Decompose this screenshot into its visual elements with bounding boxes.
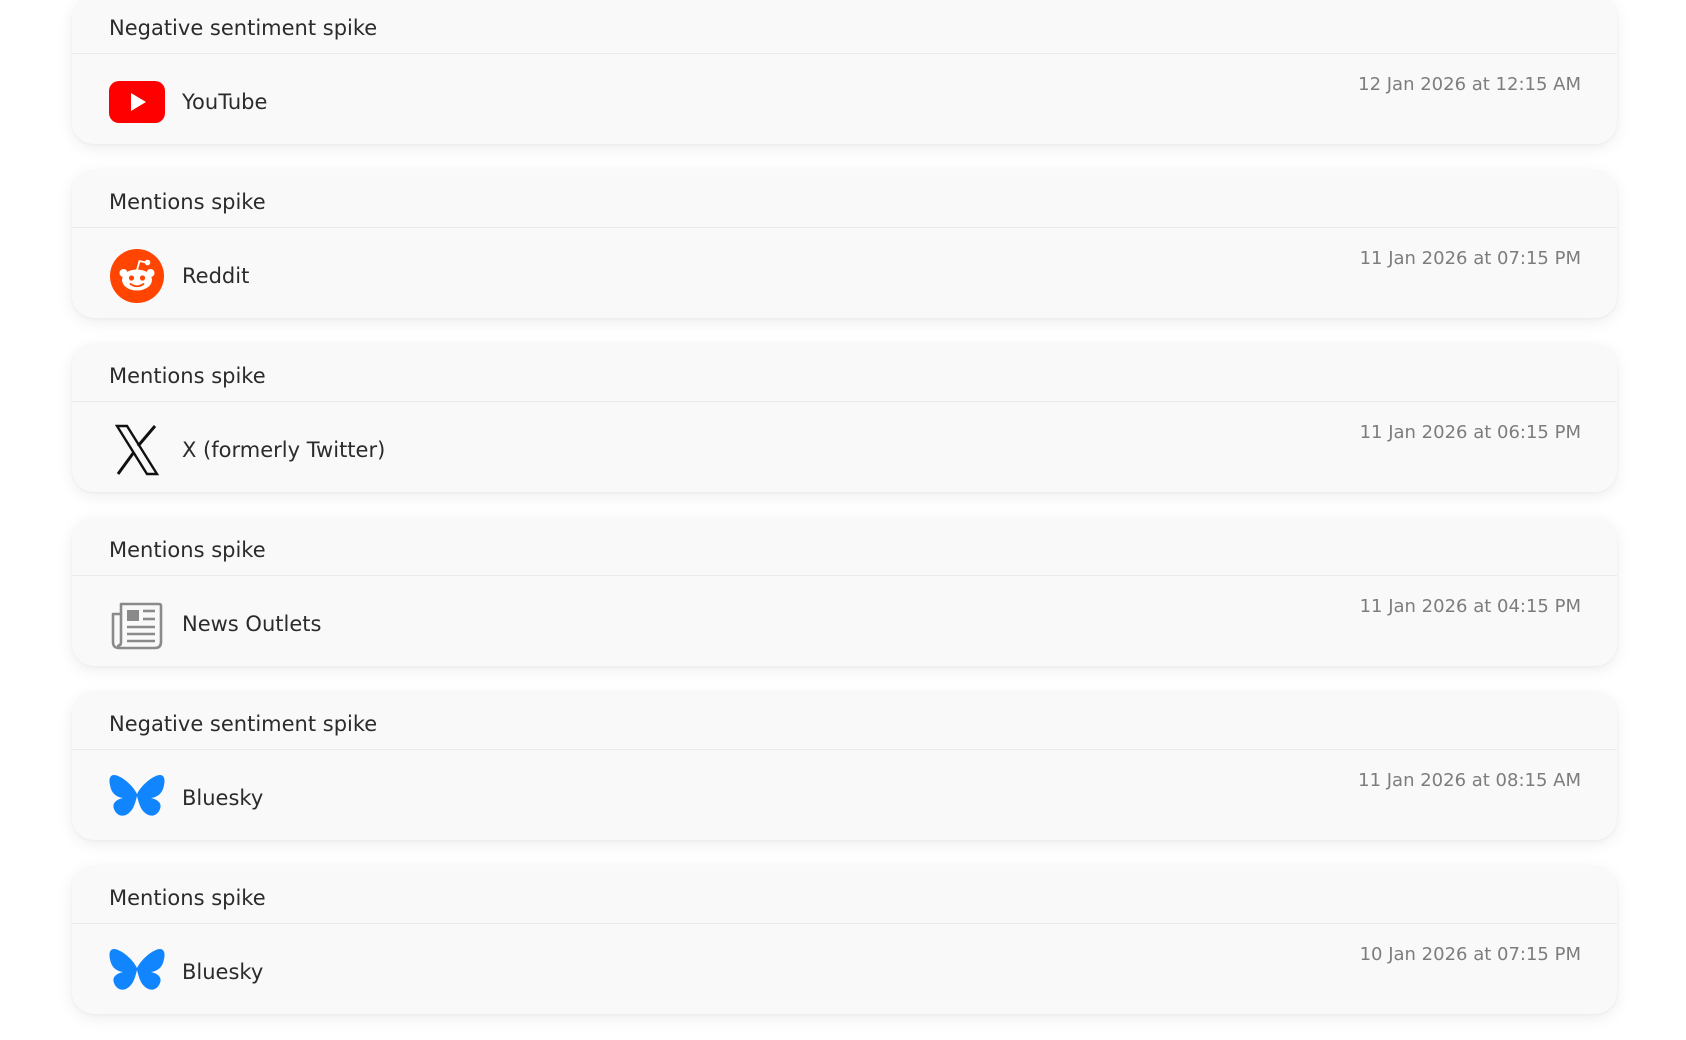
alert-card-header: Negative sentiment spike [72,692,1617,750]
alert-source: Bluesky [109,770,263,826]
newspaper-icon [109,596,165,652]
bluesky-icon [109,770,165,826]
alert-title: Mentions spike [109,885,266,910]
alert-card-header: Negative sentiment spike [72,0,1617,54]
alert-source-name: Reddit [182,264,250,288]
alert-timestamp: 12 Jan 2026 at 12:15 AM [1358,74,1581,95]
alert-source-name: Bluesky [182,786,264,810]
reddit-icon [109,248,165,304]
alert-card-body: Bluesky 10 Jan 2026 at 07:15 PM [72,924,1617,1013]
alert-card[interactable]: Mentions spike Bluesky 10 Jan 2026 at 07… [72,866,1617,1014]
alert-card-body: YouTube 12 Jan 2026 at 12:15 AM [72,54,1617,143]
alert-title: Mentions spike [109,363,266,388]
alert-card[interactable]: Mentions spike X (formerly Twitter) 11 J… [72,344,1617,492]
alert-card-header: Mentions spike [72,170,1617,228]
alert-source: Reddit [109,248,249,304]
alert-source: YouTube [109,74,267,130]
alert-timestamp: 11 Jan 2026 at 08:15 AM [1358,770,1581,791]
alerts-list: Negative sentiment spike YouTube 12 Jan … [72,0,1617,1040]
alert-timestamp: 11 Jan 2026 at 07:15 PM [1359,248,1581,269]
alert-card-header: Mentions spike [72,518,1617,576]
alert-source-name: YouTube [182,90,268,114]
x-icon [109,422,165,478]
bluesky-icon [109,944,165,1000]
alert-title: Mentions spike [109,189,266,214]
alert-timestamp: 11 Jan 2026 at 06:15 PM [1359,422,1581,443]
alert-source: News Outlets [109,596,321,652]
alert-source-name: Bluesky [182,960,264,984]
alert-timestamp: 10 Jan 2026 at 07:15 PM [1359,944,1581,965]
alert-source-name: News Outlets [182,612,322,636]
alert-timestamp: 11 Jan 2026 at 04:15 PM [1359,596,1581,617]
alert-title: Negative sentiment spike [109,711,378,736]
alert-card-body: News Outlets 11 Jan 2026 at 04:15 PM [72,576,1617,665]
alert-card-body: Bluesky 11 Jan 2026 at 08:15 AM [72,750,1617,839]
alert-card-body: X (formerly Twitter) 11 Jan 2026 at 06:1… [72,402,1617,491]
youtube-icon [109,74,165,130]
alert-card-header: Mentions spike [72,866,1617,924]
alert-card[interactable]: Negative sentiment spike Bluesky 11 Jan … [72,692,1617,840]
alert-card[interactable]: Mentions spike Reddit 11 Jan 2026 at 07:… [72,170,1617,318]
alert-source: X (formerly Twitter) [109,422,385,478]
alert-title: Mentions spike [109,537,266,562]
alert-source: Bluesky [109,944,263,1000]
alert-card-body: Reddit 11 Jan 2026 at 07:15 PM [72,228,1617,317]
alert-card[interactable]: Negative sentiment spike YouTube 12 Jan … [72,0,1617,144]
alert-card[interactable]: Mentions spike News Outlets 11 Jan 2026 … [72,518,1617,666]
alert-title: Negative sentiment spike [109,15,378,40]
alert-source-name: X (formerly Twitter) [182,438,386,462]
alert-card-header: Mentions spike [72,344,1617,402]
